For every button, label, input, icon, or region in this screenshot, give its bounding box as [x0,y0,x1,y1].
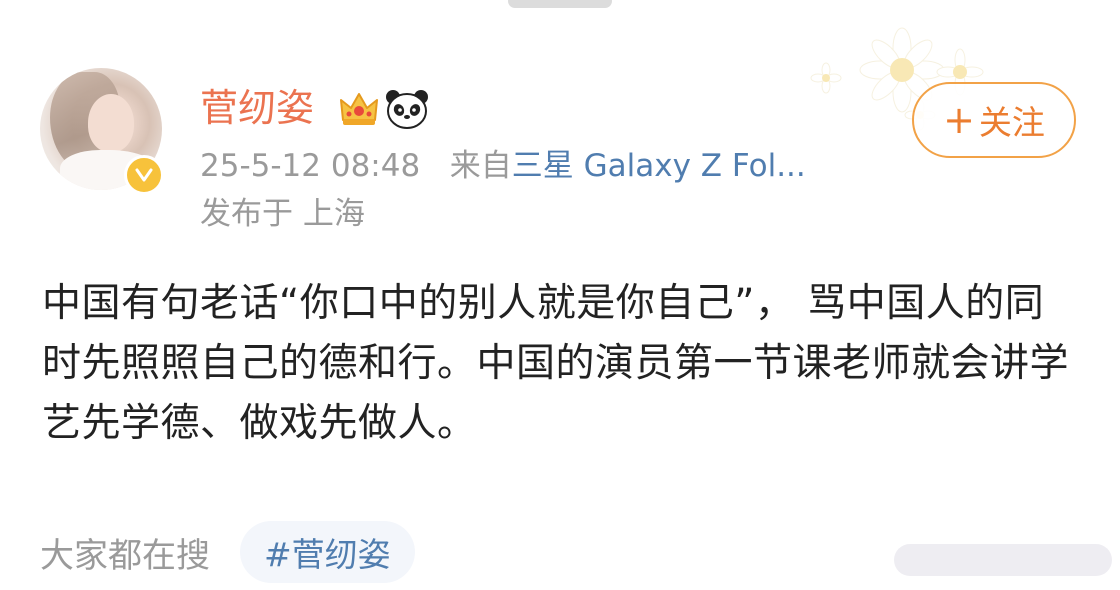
avatar-face-shape [88,94,134,152]
trending-search-row: 大家都在搜 #菅纫姿 [40,520,415,584]
plus-icon: + [943,98,975,142]
verified-v-icon [124,155,164,195]
trending-search-label: 大家都在搜 [40,535,210,576]
drag-handle[interactable] [508,0,612,8]
follow-button[interactable]: + 关注 [912,82,1076,158]
panda-icon [386,90,428,129]
author-name[interactable]: 菅纫姿 [200,84,314,132]
trending-search-tag[interactable]: #菅纫姿 [240,521,415,583]
post-source-link[interactable]: 三星 Galaxy Z Fol... [512,148,806,184]
post-location: 发布于 上海 [200,196,365,232]
post-timestamp: 25-5-12 08:48 [200,148,421,184]
follow-button-label: 关注 [978,103,1045,142]
post-body-text: 中国有句老话“你口中的别人就是你自己”， 骂中国人的同时先照照自己的德和行。中国… [42,281,1070,446]
crown-icon [340,93,378,125]
weibo-post-card: 菅纫姿 25-5-12 08:48 来自三星 Galaxy Z Fol... 发… [0,0,1120,590]
watermark-overlay [894,544,1112,576]
post-source-prefix: 来自 [449,148,512,184]
post-meta: 25-5-12 08:48 来自三星 Galaxy Z Fol... [200,146,806,186]
